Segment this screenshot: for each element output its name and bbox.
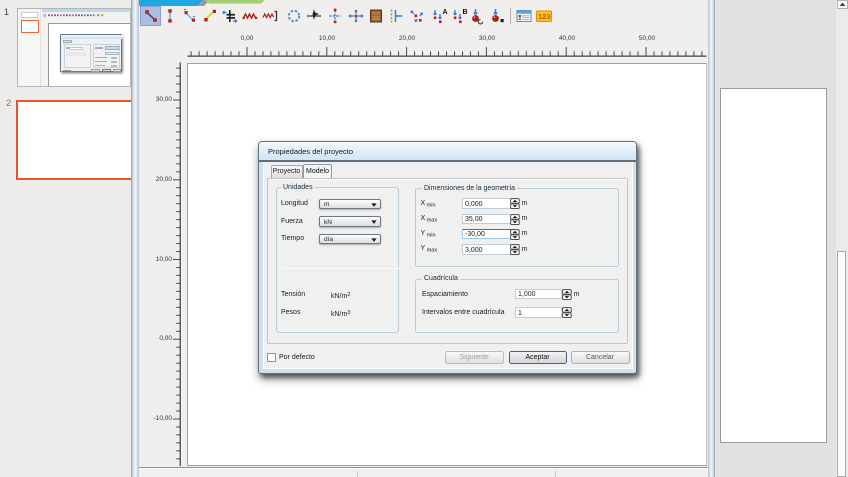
svg-text:123: 123 (538, 12, 551, 21)
svg-text:A: A (443, 9, 448, 16)
svg-text:B: B (462, 9, 467, 16)
